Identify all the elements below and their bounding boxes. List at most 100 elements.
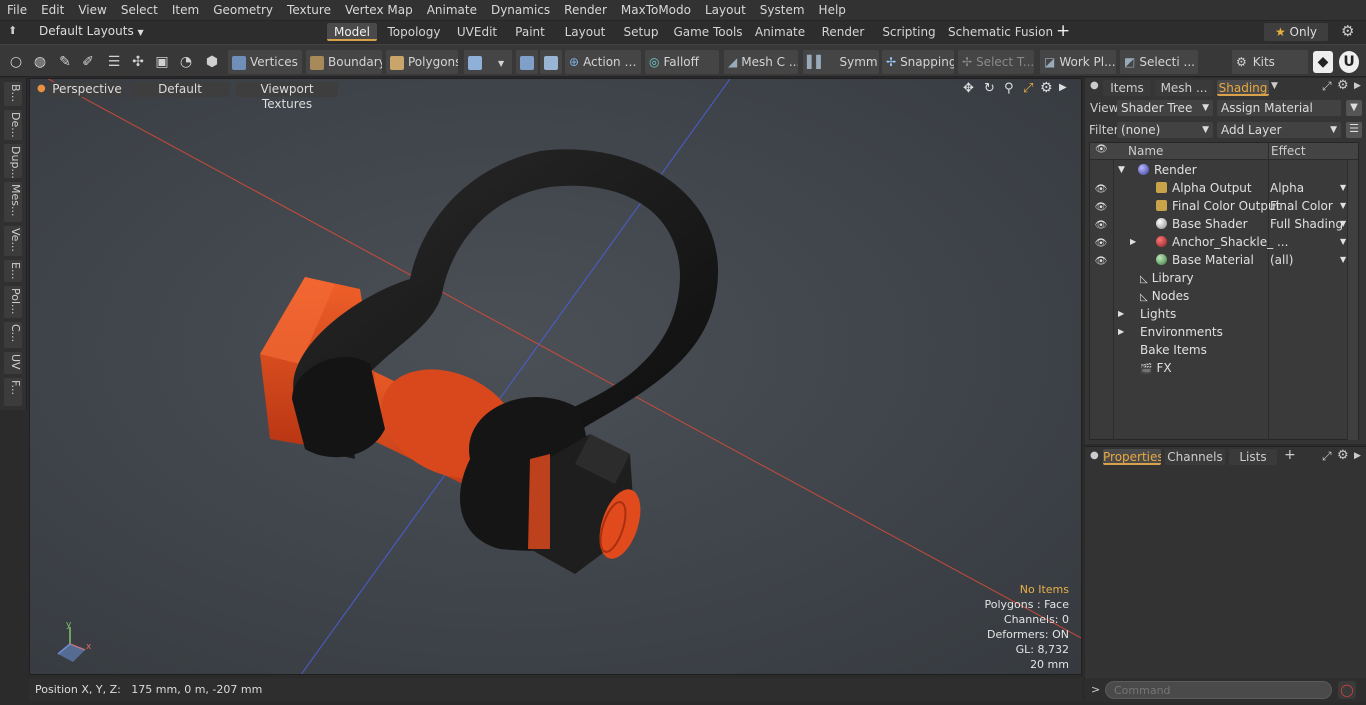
left-tab-vertex[interactable]: Ve... xyxy=(4,226,22,256)
circle-select-icon[interactable]: ○ xyxy=(6,51,26,73)
record-macro-icon[interactable]: ◯ xyxy=(1338,681,1356,699)
tab-layout[interactable]: Layout xyxy=(560,23,610,41)
mesh-constraints-button[interactable]: ◢ Mesh C ... xyxy=(724,50,798,74)
viewport-default-button[interactable]: Default xyxy=(130,82,230,97)
tree-effect-full-shading[interactable]: Full Shading xyxy=(1270,215,1348,233)
tree-row-library[interactable]: ◺ Library xyxy=(1090,269,1358,287)
box-icon[interactable]: ▣ xyxy=(152,51,172,73)
panel-more-icon[interactable]: ▶ xyxy=(1354,81,1361,91)
eye-icon[interactable]: 👁 xyxy=(1093,253,1109,267)
panel-more-icon[interactable]: ▶ xyxy=(1354,451,1361,461)
column-effect-header[interactable]: Effect xyxy=(1271,144,1306,158)
add-tab-plus-icon[interactable]: + xyxy=(1284,447,1296,463)
filter-dropdown[interactable]: (none) ▼ xyxy=(1117,122,1213,138)
unity-icon[interactable]: ◆ xyxy=(1313,51,1333,73)
action-button[interactable]: ⊕ Action … xyxy=(565,50,641,74)
left-tab-uv[interactable]: UV xyxy=(4,352,22,374)
tab-model[interactable]: Model xyxy=(327,23,377,41)
shield-icon[interactable]: ⬢ xyxy=(202,51,222,73)
action-center-2-button[interactable] xyxy=(540,50,562,74)
only-button[interactable]: ★ Only xyxy=(1264,23,1328,41)
snapping-button[interactable]: ✢ Snapping xyxy=(882,50,954,74)
panel-gear-icon[interactable]: ⚙ xyxy=(1337,448,1349,463)
vertices-button[interactable]: Vertices xyxy=(228,50,302,74)
gear-icon[interactable]: ⚙ xyxy=(1341,22,1354,40)
tree-row-bake-items[interactable]: Bake Items xyxy=(1090,341,1358,359)
expand-right-icon[interactable]: ▶ xyxy=(1130,233,1136,251)
add-layer-dropdown[interactable]: Add Layer ▼ xyxy=(1217,122,1341,138)
tab-lists[interactable]: Lists xyxy=(1229,449,1277,465)
chevron-down-icon[interactable]: ▼ xyxy=(1340,233,1346,251)
menu-item[interactable]: Item xyxy=(165,0,206,21)
tree-effect-final-color[interactable]: Final Color xyxy=(1270,197,1348,215)
viewport-settings-icon[interactable]: ⚙ xyxy=(1040,80,1053,96)
viewport-perspective-button[interactable]: Perspective xyxy=(49,82,125,97)
tree-effect-alpha[interactable]: Alpha xyxy=(1270,179,1348,197)
layout-selector[interactable]: Default Layouts ▼ xyxy=(39,24,144,38)
kits-button[interactable]: ⚙ Kits xyxy=(1232,50,1308,74)
tab-items[interactable]: Items xyxy=(1103,80,1151,96)
item-mode-button[interactable]: ▼ xyxy=(464,50,512,74)
panel-tabs-dropdown-icon[interactable]: ▼ xyxy=(1271,81,1278,91)
tree-row-alpha-output[interactable]: 👁 Alpha Output Alpha ▼ xyxy=(1090,179,1358,197)
tree-row-final-color-output[interactable]: 👁 Final Color Output Final Color ▼ xyxy=(1090,197,1358,215)
tab-channels[interactable]: Channels xyxy=(1165,449,1225,465)
symmetry-button[interactable]: ▌▌ Symm ... xyxy=(803,50,879,74)
menu-dynamics[interactable]: Dynamics xyxy=(484,0,557,21)
viewport-scene[interactable]: y x xyxy=(30,79,1082,675)
move-icon[interactable]: ✣ xyxy=(128,51,148,73)
chevron-down-icon[interactable]: ▼ xyxy=(1340,215,1346,233)
eye-icon[interactable]: 👁 xyxy=(1093,217,1109,231)
tab-game-tools[interactable]: Game Tools xyxy=(672,23,744,41)
chevron-down-icon[interactable]: ▼ xyxy=(1340,251,1346,269)
selection-sets-button[interactable]: ◩ Selecti ... xyxy=(1120,50,1198,74)
eye-icon[interactable]: 👁 xyxy=(1093,181,1109,195)
menu-layout[interactable]: Layout xyxy=(698,0,753,21)
left-tab-edge[interactable]: E... xyxy=(4,260,22,282)
menu-help[interactable]: Help xyxy=(812,0,853,21)
pen-icon[interactable]: ✎ xyxy=(55,51,75,73)
menu-render[interactable]: Render xyxy=(557,0,614,21)
action-center-button[interactable] xyxy=(516,50,538,74)
eye-icon[interactable]: 👁 xyxy=(1093,199,1109,213)
eye-icon[interactable]: 👁 xyxy=(1093,235,1109,249)
chevron-down-icon[interactable]: ▼ xyxy=(1340,179,1346,197)
funnel-filter-icon[interactable]: ▼ xyxy=(1346,100,1362,116)
tree-row-base-shader[interactable]: 👁 Base Shader Full Shading ▼ xyxy=(1090,215,1358,233)
unreal-icon[interactable]: U xyxy=(1339,51,1359,73)
expand-down-icon[interactable]: ▼ xyxy=(1118,161,1125,179)
panel-menu-dot-icon[interactable]: ● xyxy=(1090,80,1099,91)
menu-edit[interactable]: Edit xyxy=(34,0,71,21)
panel-expand-icon[interactable]: ⤢ xyxy=(1322,79,1332,94)
expand-right-icon[interactable]: ▶ xyxy=(1118,323,1124,341)
left-tab-fusion[interactable]: F... xyxy=(4,378,22,406)
3d-viewport[interactable]: y x ● Perspective Default Viewport Textu… xyxy=(29,78,1082,675)
menu-file[interactable]: File xyxy=(0,0,34,21)
menu-texture[interactable]: Texture xyxy=(280,0,338,21)
tree-row-fx[interactable]: 🎬 FX xyxy=(1090,359,1358,377)
work-plane-button[interactable]: ◪ Work Pl... xyxy=(1040,50,1116,74)
align-icon[interactable]: ☰ xyxy=(104,51,124,73)
globe-icon[interactable]: ◍ xyxy=(30,51,50,73)
menu-select[interactable]: Select xyxy=(114,0,165,21)
tab-render[interactable]: Render xyxy=(818,23,868,41)
tab-topology[interactable]: Topology xyxy=(384,23,444,41)
command-input[interactable] xyxy=(1105,681,1332,699)
tab-mesh[interactable]: Mesh ... xyxy=(1155,80,1213,96)
left-tab-curve[interactable]: C... xyxy=(4,322,22,348)
zoom-icon[interactable]: ⚲ xyxy=(1004,81,1014,96)
tab-setup[interactable]: Setup xyxy=(620,23,662,41)
tab-paint[interactable]: Paint xyxy=(510,23,550,41)
pan-icon[interactable]: ✥ xyxy=(963,81,974,96)
tab-uvedit[interactable]: UVEdit xyxy=(452,23,502,41)
add-tab-plus-icon[interactable]: + xyxy=(1056,21,1070,41)
tree-row-environments[interactable]: ▶ Environments xyxy=(1090,323,1358,341)
left-tab-deform[interactable]: De... xyxy=(4,110,22,140)
tab-scripting[interactable]: Scripting xyxy=(878,23,940,41)
tree-row-base-material[interactable]: 👁 Base Material (all) ▼ xyxy=(1090,251,1358,269)
viewport-menu-dot-icon[interactable]: ● xyxy=(37,83,46,94)
tree-effect-all[interactable]: (all) xyxy=(1270,251,1348,269)
dial-icon[interactable]: ◔ xyxy=(176,51,196,73)
tab-schematic-fusion[interactable]: Schematic Fusion xyxy=(948,23,1053,41)
brush-icon[interactable]: ✐ xyxy=(78,51,98,73)
